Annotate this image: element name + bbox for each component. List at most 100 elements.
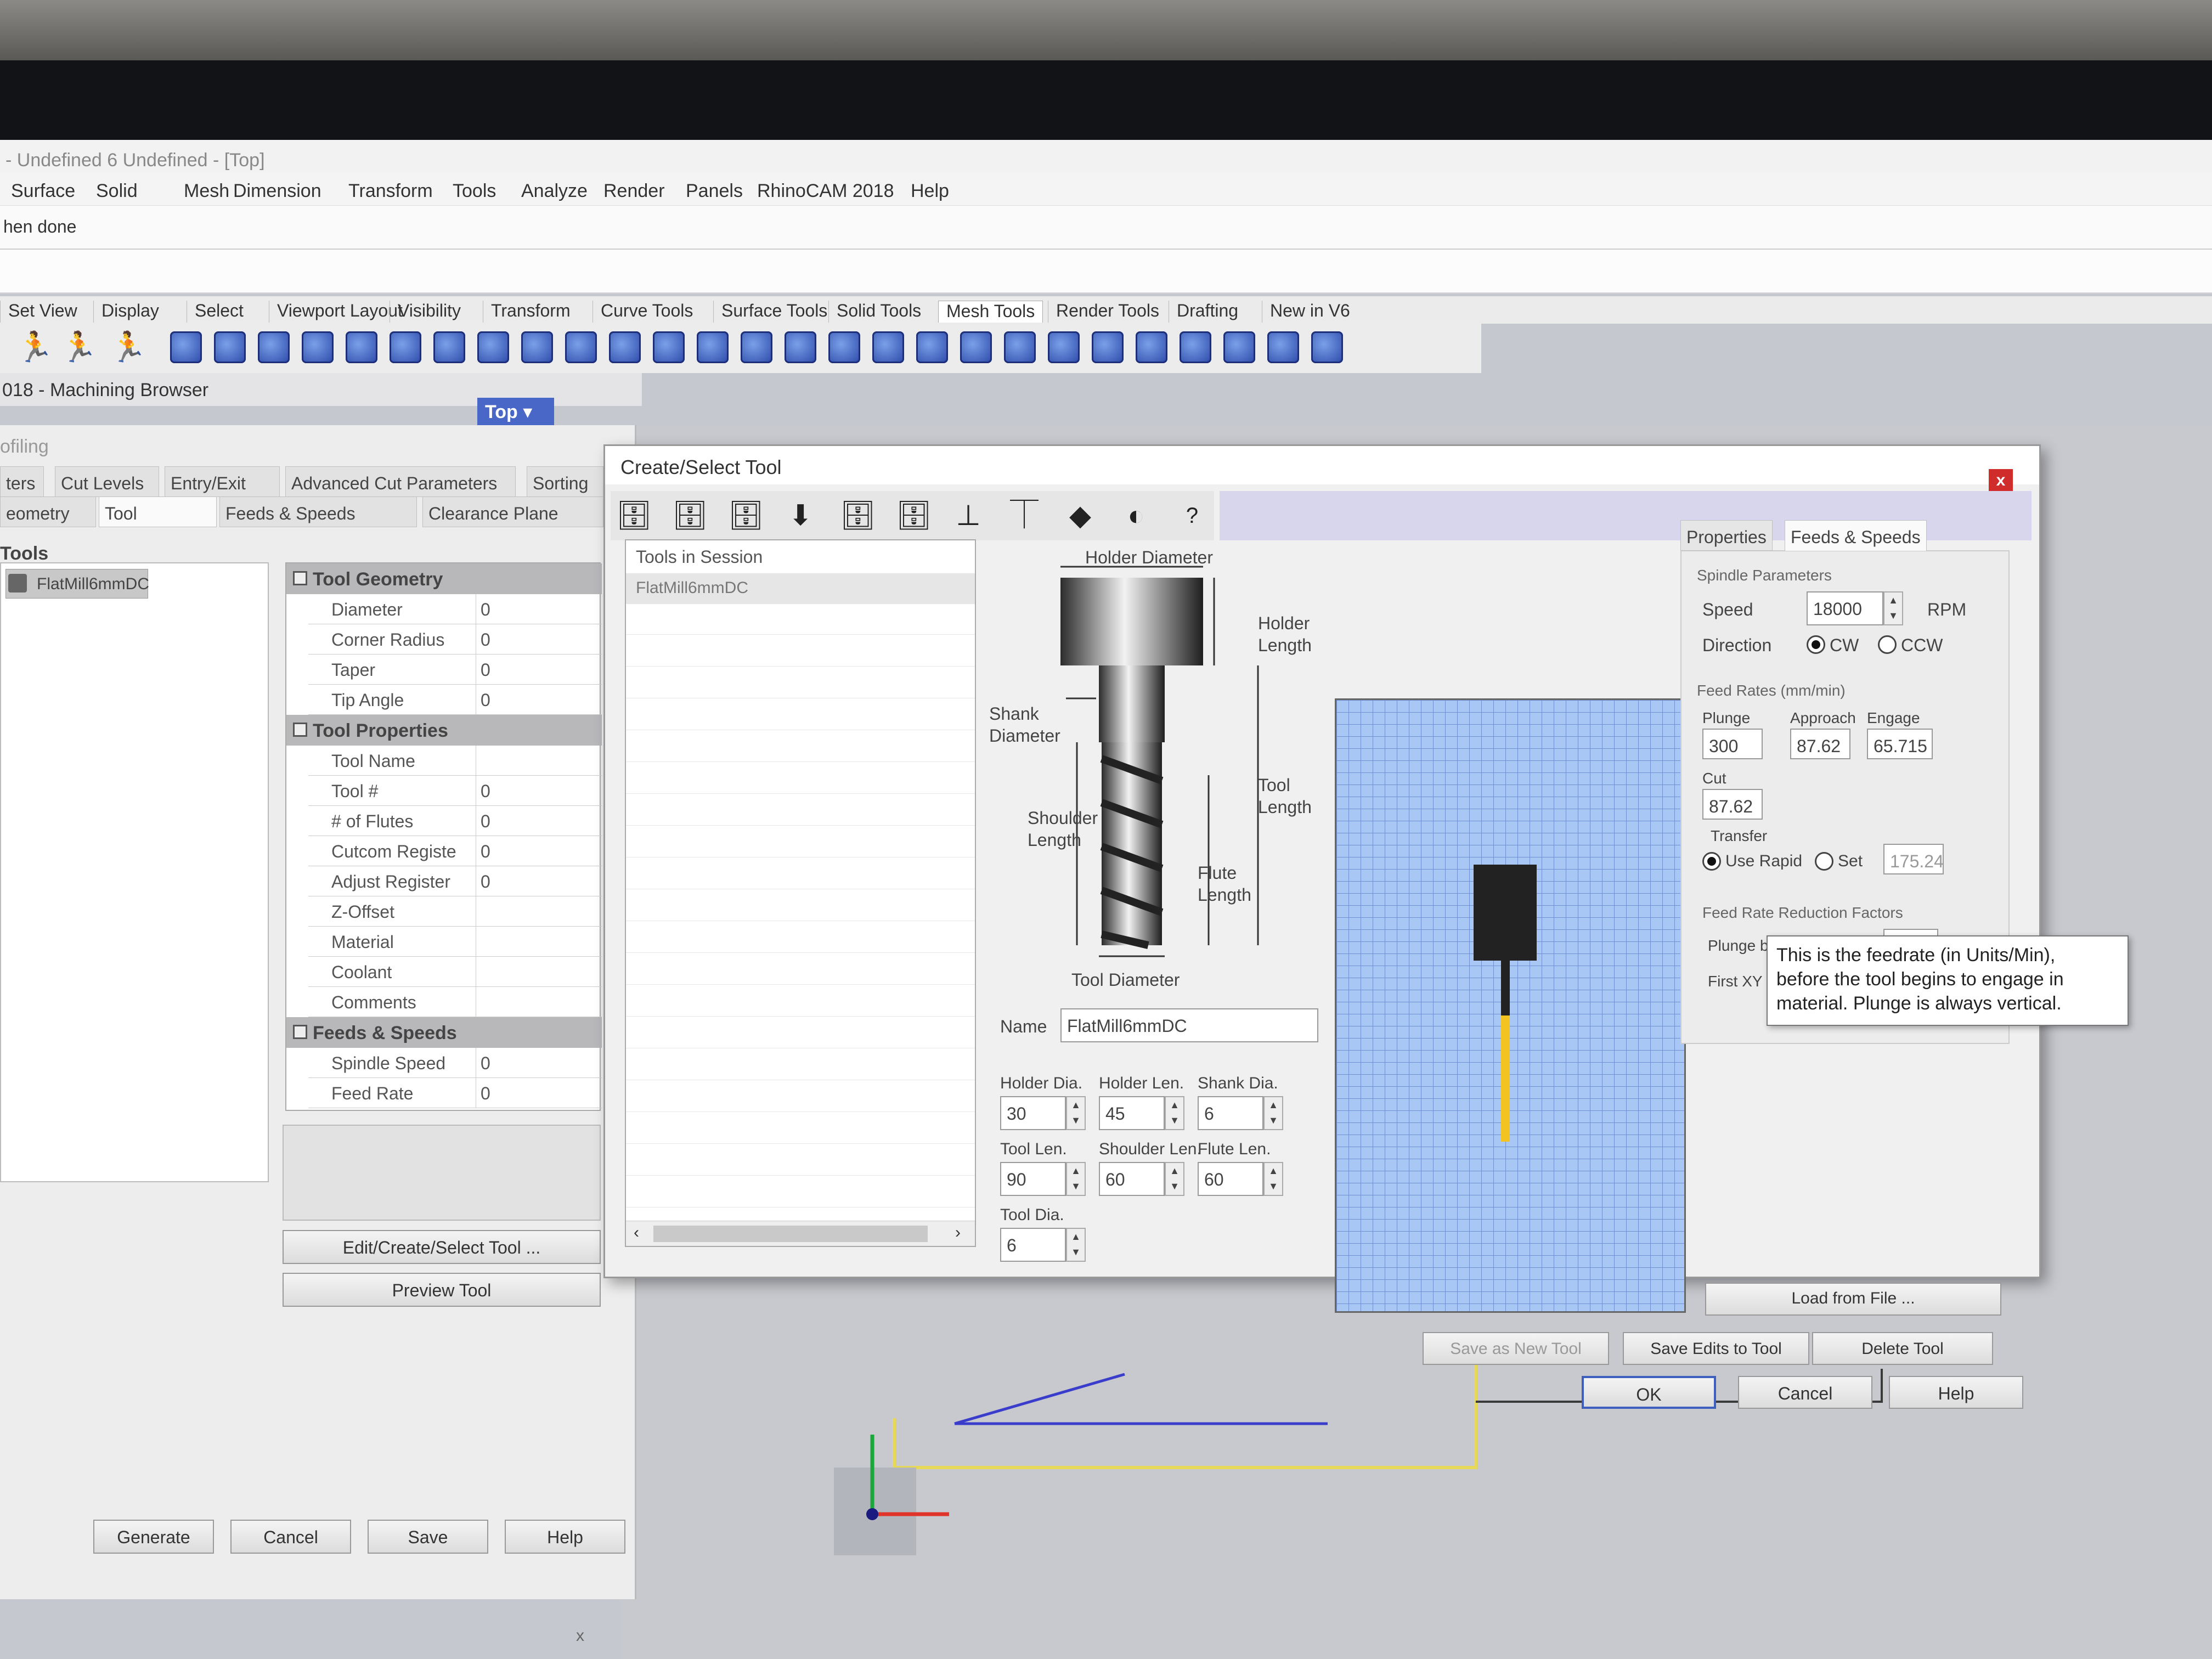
mesh-tool-icon[interactable] (346, 331, 377, 363)
edit-create-select-tool-button[interactable]: Edit/Create/Select Tool ... (283, 1230, 601, 1264)
grid-row[interactable]: Material (308, 927, 602, 957)
dim-spinner[interactable]: ▲ ▼ (1165, 1162, 1184, 1196)
mesh-tool-icon[interactable] (609, 331, 641, 363)
dim-spinner[interactable]: ▲ ▼ (1066, 1162, 1086, 1196)
grid-row-value[interactable]: 0 (476, 1078, 490, 1108)
mesh-tool-icon[interactable] (1004, 331, 1036, 363)
use-rapid-radio[interactable] (1702, 852, 1721, 871)
mesh-tool-icon[interactable] (785, 331, 816, 363)
grid-row[interactable]: Coolant (308, 957, 602, 987)
tab-feeds-speeds[interactable]: Feeds & Speeds (1785, 520, 1927, 551)
help-button[interactable]: Help (505, 1520, 625, 1554)
mesh-tool-icon[interactable] (302, 331, 334, 363)
drill-icon[interactable]: ⬇ (784, 496, 817, 535)
help-icon[interactable]: ? (1176, 496, 1209, 535)
save-as-new-tool-button[interactable]: Save as New Tool (1423, 1332, 1609, 1365)
cancel-button[interactable]: Cancel (230, 1520, 351, 1554)
machining-tab[interactable]: Tool (99, 496, 217, 527)
taper-mill-icon[interactable]: 🗄 (840, 496, 876, 535)
walk-icon[interactable]: 🏃 (110, 331, 146, 363)
machining-tab[interactable]: Cut Levels (55, 466, 159, 497)
mesh-tool-icon[interactable] (741, 331, 772, 363)
dim-field[interactable]: 60 (1099, 1162, 1165, 1196)
grid-row-value[interactable]: 0 (476, 866, 490, 896)
machining-tab[interactable]: ters (0, 466, 44, 497)
mesh-tool-icon[interactable] (390, 331, 421, 363)
mesh-tool-icon[interactable] (916, 331, 948, 363)
collapse-icon[interactable] (293, 1025, 307, 1039)
dim-spinner[interactable]: ▲ ▼ (1165, 1096, 1184, 1130)
approach-field[interactable]: 87.62 (1790, 729, 1850, 759)
grid-row[interactable]: Spindle Speed 0 (308, 1048, 602, 1078)
walk-icon[interactable]: 🏃 (16, 331, 53, 363)
menu-item[interactable]: Transform (348, 180, 433, 202)
mesh-tool-icon[interactable] (653, 331, 685, 363)
set-radio[interactable] (1815, 852, 1833, 871)
dim-field[interactable]: 6 (1198, 1096, 1263, 1130)
toolbar-tab[interactable]: New in V6 (1262, 301, 1358, 323)
grid-section-header[interactable]: Feeds & Speeds (286, 1017, 602, 1048)
menu-item[interactable]: RhinoCAM 2018 (757, 180, 894, 202)
command-input[interactable] (0, 250, 2212, 294)
grid-row[interactable]: Feed Rate 0 (308, 1078, 602, 1108)
dovetail-icon[interactable]: ⏉ (1008, 496, 1041, 535)
flat-mill-icon[interactable]: 🗄 (616, 496, 652, 535)
toolbar-tab[interactable]: Display (93, 301, 167, 323)
machining-tab[interactable]: Entry/Exit (165, 466, 280, 497)
mesh-tool-icon[interactable] (258, 331, 290, 363)
grid-row[interactable]: Corner Radius 0 (308, 624, 602, 654)
menu-item[interactable]: Analyze (521, 180, 588, 202)
ball-mill-icon[interactable]: 🗄 (672, 496, 708, 535)
toolbar-tab[interactable]: Curve Tools (592, 301, 701, 323)
chamfer-icon[interactable]: ◆ (1064, 496, 1097, 535)
dim-field[interactable]: 45 (1099, 1096, 1165, 1130)
menu-item[interactable]: Panels (686, 180, 743, 202)
toolbar-tab[interactable]: Surface Tools (713, 301, 835, 323)
mesh-tool-icon[interactable] (960, 331, 992, 363)
grid-row-value[interactable] (476, 987, 481, 1017)
grid-row-value[interactable]: 0 (476, 624, 490, 654)
plunge-field[interactable]: 300 (1702, 729, 1763, 759)
grid-row[interactable]: Tool Name (308, 746, 602, 776)
grid-row-value[interactable]: 0 (476, 654, 490, 684)
preview-tool-button[interactable]: Preview Tool (283, 1273, 601, 1307)
grid-row-value[interactable] (476, 957, 481, 986)
speed-field[interactable]: 18000 (1807, 591, 1883, 625)
menu-item[interactable]: Solid (96, 180, 138, 202)
mesh-tool-icon[interactable] (872, 331, 904, 363)
grid-section-header[interactable]: Tool Properties (286, 715, 602, 746)
load-from-file-button[interactable]: Load from File ... (1705, 1283, 2001, 1316)
session-item[interactable]: FlatMill6mmDC (626, 573, 975, 604)
help-button[interactable]: Help (1889, 1376, 2023, 1409)
grid-row-value[interactable]: 0 (476, 806, 490, 836)
scroll-thumb[interactable] (653, 1226, 928, 1242)
mesh-tool-icon[interactable] (1180, 331, 1211, 363)
cut-field[interactable]: 87.62 (1702, 789, 1763, 820)
grid-row[interactable]: Adjust Register 0 (308, 866, 602, 896)
viewport-tab-top[interactable]: Top ▾ (477, 398, 554, 425)
dim-field[interactable]: 90 (1000, 1162, 1066, 1196)
dim-field[interactable]: 30 (1000, 1096, 1066, 1130)
grid-row-value[interactable] (476, 927, 481, 956)
menu-item[interactable]: Render (603, 180, 665, 202)
menu-item[interactable]: Mesh (184, 180, 229, 202)
collapse-icon[interactable] (293, 571, 307, 585)
ccw-radio[interactable] (1878, 635, 1897, 654)
speed-spinner[interactable]: ▲ ▼ (1883, 591, 1903, 625)
grid-row[interactable]: Tip Angle 0 (308, 685, 602, 715)
cw-radio[interactable] (1807, 635, 1825, 654)
grid-row-value[interactable]: 0 (476, 836, 490, 866)
toolbar-tab[interactable]: Set View (0, 301, 85, 323)
grid-row-value[interactable]: 0 (476, 685, 490, 714)
set-field[interactable]: 175.24 (1883, 844, 1944, 874)
toolbar-tab[interactable]: Mesh Tools (938, 301, 1043, 323)
scroll-left-icon[interactable]: ‹ (634, 1223, 639, 1242)
mesh-tool-icon[interactable] (1092, 331, 1124, 363)
t-slot-icon[interactable]: ⊥ (952, 496, 985, 535)
save-edits-to-tool-button[interactable]: Save Edits to Tool (1623, 1332, 1809, 1365)
ok-button[interactable]: OK (1582, 1376, 1716, 1409)
machining-tab[interactable]: Feeds & Speeds (219, 496, 417, 527)
menu-item[interactable]: Help (911, 180, 949, 202)
engraving-icon[interactable]: ◐ (1120, 496, 1153, 535)
grid-row[interactable]: Z-Offset (308, 896, 602, 927)
